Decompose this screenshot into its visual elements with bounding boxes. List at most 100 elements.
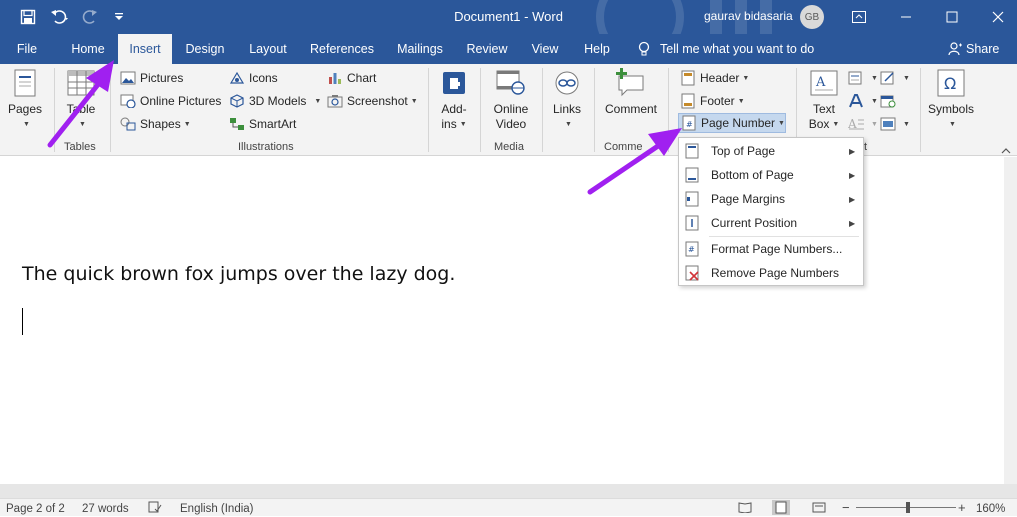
signature-line-button[interactable]: ▼ <box>880 68 910 88</box>
menu-item-label: Top of Page <box>711 144 776 158</box>
pages-button[interactable]: Pages ▼ <box>6 68 44 132</box>
ribbon-display-icon[interactable] <box>836 0 882 34</box>
page-number-button[interactable]: # Page Number ▼ <box>678 113 786 133</box>
zoom-level[interactable]: 160% <box>976 503 1005 515</box>
group-label-comments: Comme <box>604 141 643 153</box>
comment-label: Comment <box>604 102 657 116</box>
read-mode-icon[interactable] <box>738 502 752 516</box>
object-button[interactable]: ▼ <box>880 114 910 134</box>
add-ins-icon <box>438 68 470 98</box>
tab-references[interactable]: References <box>308 34 376 64</box>
menu-item-page-margins[interactable]: Page Margins ▶ <box>679 187 863 211</box>
tab-insert[interactable]: Insert <box>118 34 172 64</box>
current-position-icon <box>685 215 699 231</box>
close-icon[interactable] <box>975 0 1017 34</box>
chevron-down-icon: ▼ <box>871 120 878 128</box>
zoom-out-icon[interactable]: − <box>842 500 850 515</box>
chevron-down-icon: ▼ <box>871 74 878 82</box>
online-video-button[interactable]: Online Video <box>488 68 534 132</box>
tab-design[interactable]: Design <box>180 34 230 64</box>
icons-label: Icons <box>249 71 278 85</box>
document-text[interactable]: The quick brown fox jumps over the lazy … <box>22 263 455 285</box>
shapes-icon <box>120 116 136 132</box>
maximize-icon[interactable] <box>929 0 975 34</box>
divider <box>480 68 481 152</box>
pages-label: Pages <box>7 102 43 116</box>
divider <box>110 68 111 152</box>
svg-text:A: A <box>815 75 826 90</box>
add-ins-button[interactable]: Add- ins ▼ <box>436 68 472 132</box>
menu-item-current-position[interactable]: Current Position ▶ <box>679 211 863 235</box>
smartart-button[interactable]: SmartArt <box>229 114 296 134</box>
comment-button[interactable]: Comment <box>602 68 660 117</box>
cube-icon <box>229 93 245 109</box>
wordart-button[interactable]: ▼ <box>848 91 878 111</box>
link-icon <box>551 68 583 98</box>
quick-parts-button[interactable]: ▼ <box>848 68 878 88</box>
menu-item-bottom-of-page[interactable]: Bottom of Page ▶ <box>679 163 863 187</box>
header-label: Header <box>700 71 740 85</box>
chevron-right-icon: ▶ <box>849 218 856 228</box>
tell-me-box[interactable]: Tell me what you want to do <box>638 34 814 64</box>
footer-button[interactable]: Footer ▼ <box>680 91 745 111</box>
avatar[interactable]: GB <box>800 5 824 29</box>
add-ins-label-1: Add- <box>441 102 467 116</box>
tab-home[interactable]: Home <box>62 34 114 64</box>
chart-button[interactable]: Chart <box>327 68 376 88</box>
menu-item-label: Remove Page Numbers <box>711 266 840 280</box>
shapes-button[interactable]: Shapes ▼ <box>120 114 191 134</box>
tab-layout[interactable]: Layout <box>242 34 294 64</box>
zoom-in-icon[interactable]: + <box>958 500 966 515</box>
pictures-button[interactable]: Pictures <box>120 68 183 88</box>
tab-review[interactable]: Review <box>462 34 512 64</box>
collapse-ribbon-icon[interactable] <box>1001 144 1011 158</box>
tab-mailings[interactable]: Mailings <box>392 34 448 64</box>
minimize-icon[interactable] <box>883 0 929 34</box>
tab-help[interactable]: Help <box>578 34 616 64</box>
chevron-down-icon: ▼ <box>410 97 418 105</box>
word-count[interactable]: 27 words <box>82 503 129 515</box>
icons-button[interactable]: Icons <box>229 68 278 88</box>
3d-models-button[interactable]: 3D Models ▼ <box>229 91 321 111</box>
page-bottom-icon <box>685 167 699 183</box>
zoom-slider-thumb[interactable] <box>906 502 910 513</box>
print-layout-icon[interactable] <box>772 500 790 515</box>
menu-item-top-of-page[interactable]: Top of Page ▶ <box>679 139 863 163</box>
share-button[interactable]: Share <box>948 34 999 64</box>
text-box-icon: A <box>808 68 840 98</box>
quick-parts-icon <box>848 70 864 86</box>
chevron-down-icon: ▼ <box>737 97 745 105</box>
date-time-button[interactable] <box>880 91 900 111</box>
vertical-scrollbar[interactable] <box>1004 157 1017 484</box>
header-icon <box>680 70 696 86</box>
drop-cap-button[interactable]: A ▼ <box>848 114 878 134</box>
comment-icon <box>615 68 647 98</box>
links-button[interactable]: Links ▼ <box>550 68 584 132</box>
text-box-button[interactable]: A Text Box ▼ <box>804 68 844 132</box>
menu-item-format-page-numbers[interactable]: # Format Page Numbers... <box>679 237 863 261</box>
tab-file[interactable]: File <box>8 34 46 64</box>
chevron-right-icon: ▶ <box>849 170 856 180</box>
menu-item-label: Current Position <box>711 216 798 230</box>
symbols-button[interactable]: Ω Symbols ▼ <box>926 68 976 132</box>
object-icon <box>880 116 896 132</box>
page-count[interactable]: Page 2 of 2 <box>6 503 65 515</box>
table-button[interactable]: Table ▼ <box>60 68 102 132</box>
group-label-text: t <box>864 141 868 153</box>
svg-text:#: # <box>686 120 693 129</box>
proofing-icon[interactable] <box>148 501 162 516</box>
smartart-label: SmartArt <box>249 117 297 131</box>
language[interactable]: English (India) <box>180 503 254 515</box>
chevron-down-icon: ▼ <box>903 120 910 128</box>
tab-view[interactable]: View <box>526 34 564 64</box>
chart-label: Chart <box>347 71 377 85</box>
format-numbers-icon: # <box>685 241 699 257</box>
menu-item-remove-page-numbers[interactable]: Remove Page Numbers <box>679 261 863 285</box>
smartart-icon <box>229 116 245 132</box>
online-pictures-button[interactable]: Online Pictures <box>120 91 221 111</box>
screenshot-button[interactable]: Screenshot ▼ <box>327 91 418 111</box>
web-layout-icon[interactable] <box>812 502 826 516</box>
user-name[interactable]: gaurav bidasaria <box>704 9 793 23</box>
header-button[interactable]: Header ▼ <box>680 68 749 88</box>
divider <box>920 68 921 152</box>
